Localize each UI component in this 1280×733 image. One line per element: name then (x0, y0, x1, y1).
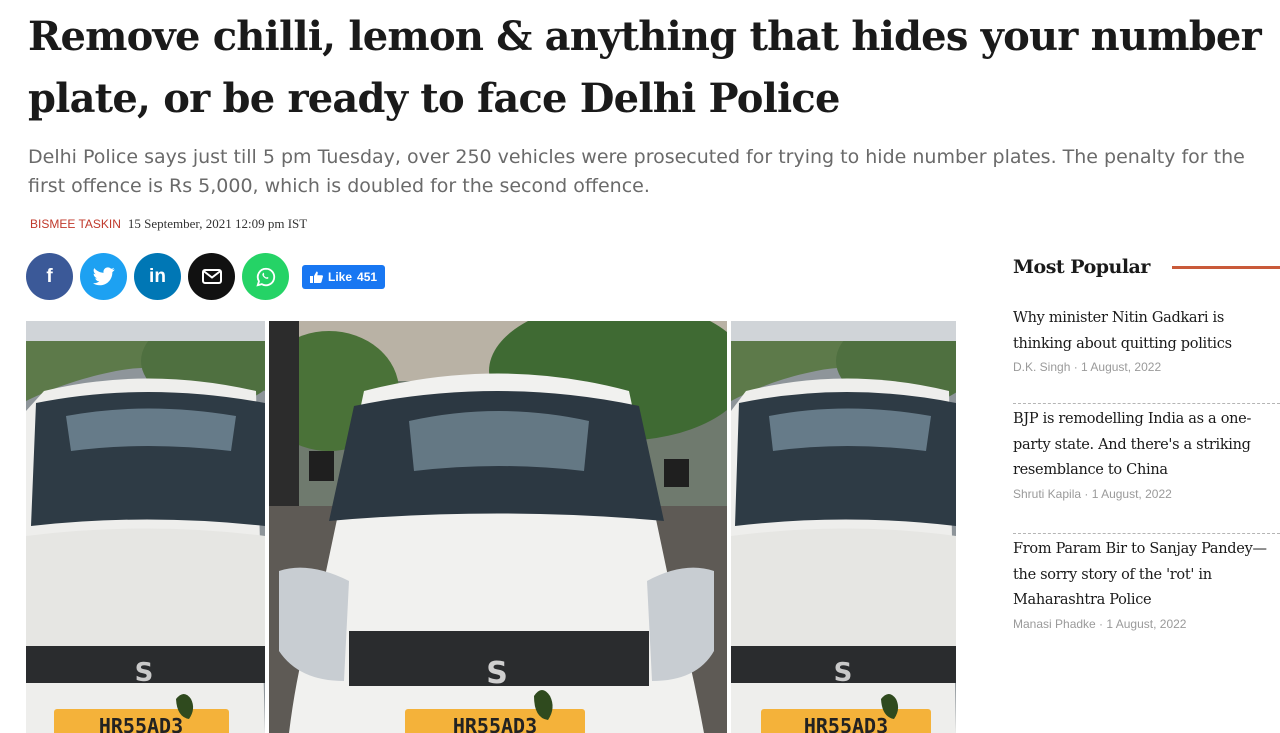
linkedin-share-button[interactable]: in (134, 253, 181, 300)
popular-item-meta: D.K. Singh · 1 August, 2022 (1013, 360, 1162, 374)
thumbs-up-icon (310, 271, 323, 283)
popular-item-date: 1 August, 2022 (1106, 616, 1187, 631)
popular-item-author: Manasi Phadke (1013, 616, 1096, 631)
facebook-icon: f (46, 265, 53, 287)
article-standfirst: Delhi Police says just till 5 pm Tuesday… (28, 146, 1245, 197)
facebook-like-button[interactable]: Like 451 (302, 264, 386, 289)
popular-item-date: 1 August, 2022 (1091, 486, 1172, 501)
svg-text:S: S (135, 658, 154, 688)
facebook-share-button[interactable]: f (26, 253, 73, 300)
popular-item-title[interactable]: From Param Bir to Sanjay Pandey—the sorr… (1013, 537, 1280, 614)
sidebar-header: Most Popular (1013, 256, 1280, 278)
popular-item[interactable]: Why minister Nitin Gadkari is thinking a… (1013, 306, 1280, 404)
car-photo-center: S HR55AD3 (269, 321, 727, 733)
twitter-icon (92, 267, 115, 286)
popular-item-author: Shruti Kapila (1013, 486, 1082, 501)
popular-item-title[interactable]: Why minister Nitin Gadkari is thinking a… (1013, 306, 1280, 357)
number-plate-left: HR55AD3 (99, 714, 183, 733)
number-plate-center: HR55AD3 (453, 714, 537, 733)
email-share-button[interactable] (188, 253, 235, 300)
svg-text:S: S (834, 658, 853, 688)
popular-item-author: D.K. Singh (1013, 360, 1071, 374)
sidebar-accent-rule (1171, 265, 1280, 269)
sidebar-title: Most Popular (1013, 256, 1150, 278)
popular-item-title[interactable]: BJP is remodelling India as a one-party … (1013, 407, 1280, 484)
article-headline: Remove chilli, lemon & anything that hid… (28, 13, 1262, 122)
most-popular-sidebar: Most Popular Why minister Nitin Gadkari … (1013, 256, 1280, 631)
car-photo-right: S HR55AD3 (731, 321, 956, 733)
popular-item[interactable]: From Param Bir to Sanjay Pandey—the sorr… (1013, 534, 1280, 647)
share-bar: f in Like 451 (26, 253, 386, 300)
car-photo-left: S HR55AD3 (26, 321, 265, 733)
whatsapp-icon (255, 267, 275, 287)
email-icon (201, 269, 222, 284)
like-count: 451 (357, 269, 378, 284)
popular-item-date: 1 August, 2022 (1081, 360, 1162, 374)
popular-item[interactable]: BJP is remodelling India as a one-party … (1013, 404, 1280, 534)
like-label: Like (328, 269, 353, 284)
twitter-share-button[interactable] (80, 253, 127, 300)
popular-list: Why minister Nitin Gadkari is thinking a… (1013, 306, 1280, 647)
author-link[interactable]: Bismee Taskin (30, 217, 121, 231)
popular-item-meta: Manasi Phadke · 1 August, 2022 (1013, 616, 1187, 631)
byline: Bismee Taskin 15 September, 2021 12:09 p… (30, 216, 307, 232)
popular-item-meta: Shruti Kapila · 1 August, 2022 (1013, 486, 1172, 501)
svg-text:S: S (486, 656, 508, 691)
whatsapp-share-button[interactable] (242, 253, 289, 300)
linkedin-icon: in (149, 265, 166, 287)
number-plate-right: HR55AD3 (804, 714, 888, 733)
publish-date: 15 September, 2021 12:09 pm IST (127, 216, 308, 231)
article-photo-collage: S HR55AD3 S HR55AD3 S HR55AD3 (26, 321, 956, 733)
